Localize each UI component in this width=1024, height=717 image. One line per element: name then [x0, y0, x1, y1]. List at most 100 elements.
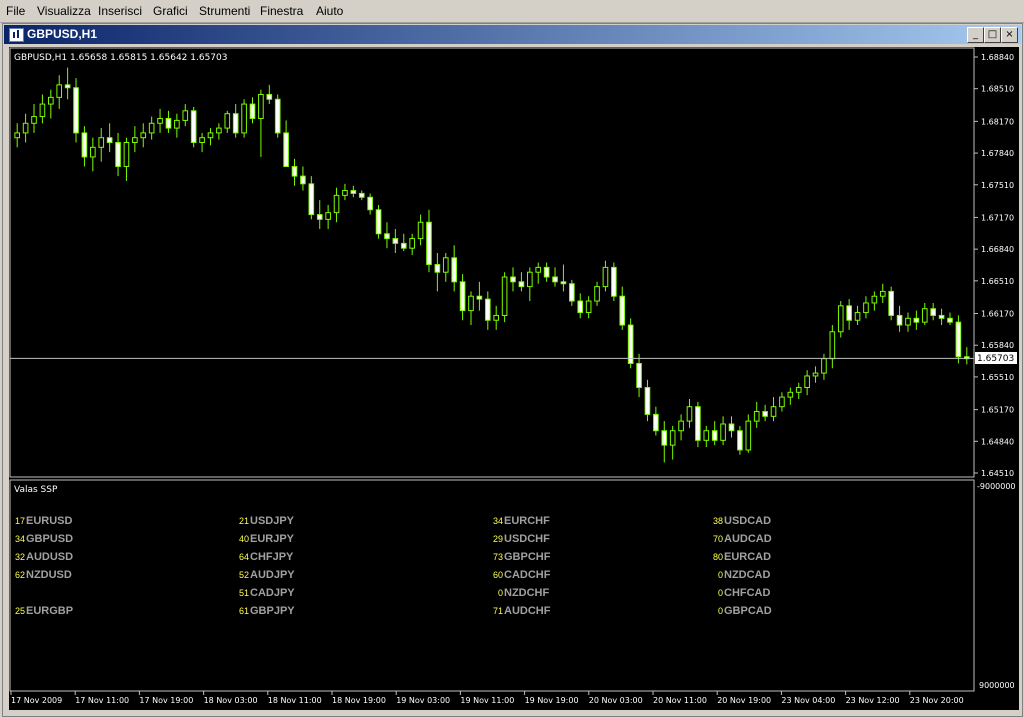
ssp-cell: 60 CADCHF: [493, 569, 551, 581]
ssp-value: 25: [15, 606, 25, 616]
candle-bull: [837, 305, 844, 333]
price-tick-label: 1.66510: [981, 277, 1014, 286]
candle-bull: [535, 266, 542, 273]
candle-bull: [241, 103, 247, 134]
ssp-pair: AUDJPY: [250, 569, 295, 581]
candle-bear: [308, 183, 315, 216]
chart-canvas[interactable]: GBPUSD,H1 1.65658 1.65815 1.65642 1.6570…: [9, 47, 1019, 710]
candle-bull: [48, 96, 54, 105]
menu-inserisci[interactable]: Inserisci: [98, 3, 142, 19]
ssp-pair: CADJPY: [250, 587, 295, 599]
candle-bull: [174, 119, 180, 129]
candle-bear: [762, 411, 768, 417]
ssp-cell: 52 AUDJPY: [239, 569, 295, 581]
ssp-value: 0: [498, 588, 503, 598]
time-tick-label: 17 Nov 19:00: [139, 696, 193, 705]
ssp-pair: CADCHF: [504, 569, 551, 581]
menu-visualizza[interactable]: Visualizza: [37, 3, 91, 19]
ssp-pair: GBPUSD: [26, 533, 73, 545]
candle-bull: [787, 391, 794, 398]
candle-bear: [938, 314, 945, 319]
menu-finestra[interactable]: Finestra: [260, 3, 303, 19]
price-tick-label: 1.64840: [981, 437, 1014, 446]
title-bar[interactable]: GBPUSD,H1 _ □ ×: [4, 25, 1021, 44]
price-tick-label: 1.68170: [981, 117, 1014, 126]
candle-bear: [283, 132, 289, 168]
candle-bull: [123, 142, 130, 168]
candle-bull: [258, 93, 264, 119]
candle-bear: [73, 87, 79, 134]
ssp-value: 38: [713, 516, 723, 526]
candle-bull: [157, 117, 163, 124]
candle-bull: [678, 420, 684, 432]
candle-bull: [804, 375, 810, 388]
candle-bull: [905, 317, 911, 326]
restore-button[interactable]: □: [984, 27, 1001, 43]
candle-bull: [182, 110, 189, 121]
candle-bull: [501, 276, 508, 316]
chart-area[interactable]: GBPUSD,H1 1.65658 1.65815 1.65642 1.6570…: [9, 47, 1019, 710]
ssp-pair: NZDCAD: [724, 569, 770, 581]
menu-grafici[interactable]: Grafici: [153, 3, 188, 19]
ssp-pair: AUDCAD: [724, 533, 772, 545]
candle-bear: [426, 221, 432, 266]
candle-bull: [148, 122, 155, 134]
ssp-cell: 0 CHFCAD: [718, 587, 771, 599]
candle-bear: [888, 290, 894, 316]
ssp-value: 60: [493, 570, 503, 580]
ssp-value: 73: [493, 552, 503, 562]
candle-bull: [594, 286, 600, 302]
candle-bull: [90, 146, 96, 158]
ssp-value: 70: [713, 534, 723, 544]
ssp-pair: EURUSD: [26, 515, 73, 527]
ssp-value: 61: [239, 606, 249, 616]
menu-strumenti[interactable]: Strumenti: [199, 3, 250, 19]
chart-window-icon[interactable]: [9, 28, 24, 42]
candle-bull: [39, 103, 46, 118]
candle-bull: [745, 420, 752, 451]
candle-bear: [543, 266, 550, 278]
time-tick-label: 19 Nov 03:00: [396, 696, 450, 705]
candle-bull: [829, 331, 836, 360]
ssp-cell: 62 NZDUSD: [15, 569, 72, 581]
ssp-cell: 40 EURJPY: [239, 533, 295, 545]
candle-bear: [728, 423, 735, 432]
ssp-pair: GBPJPY: [250, 605, 295, 617]
candle-bear: [484, 298, 491, 321]
indicator-scale-bottom: 9000000: [979, 681, 1015, 690]
candle-bear: [81, 132, 88, 158]
close-button[interactable]: ×: [1001, 27, 1018, 43]
candle-bull: [779, 396, 785, 408]
menu-aiuto[interactable]: Aiuto: [316, 3, 343, 19]
candle-bear: [577, 300, 584, 314]
candle-bull: [22, 122, 29, 134]
ssp-cell: 34 GBPUSD: [15, 533, 73, 545]
ssp-cell: 0 NZDCAD: [718, 569, 771, 581]
candle-bull: [871, 295, 878, 304]
ssp-pair: USDJPY: [250, 515, 295, 527]
candle-bear: [947, 317, 953, 323]
ssp-value: 64: [239, 552, 249, 562]
ssp-pair: EURCAD: [724, 551, 771, 563]
current-price-label: 1.65703: [977, 354, 1014, 364]
candle-bull: [812, 372, 819, 377]
ssp-cell: 61 GBPJPY: [239, 605, 295, 617]
candle-bull: [821, 358, 827, 374]
candle-bear: [644, 386, 651, 415]
candle-bull: [207, 132, 214, 139]
indicator-title: Valas SSP: [14, 485, 58, 495]
candle-bull: [333, 194, 340, 214]
window-title: GBPUSD,H1: [27, 27, 98, 41]
candle-bull: [686, 406, 693, 422]
minimize-button[interactable]: _: [967, 27, 984, 43]
candle-bear: [896, 314, 903, 326]
candle-bear: [434, 264, 441, 273]
menu-file[interactable]: File: [6, 3, 25, 19]
candle-bear: [459, 281, 466, 312]
candle-bear: [249, 103, 256, 119]
candle-bear: [661, 430, 668, 446]
candle-bear: [611, 266, 617, 297]
candle-bear: [711, 430, 718, 441]
ssp-pair: NZDUSD: [26, 569, 72, 581]
time-tick-label: 18 Nov 19:00: [332, 696, 386, 705]
